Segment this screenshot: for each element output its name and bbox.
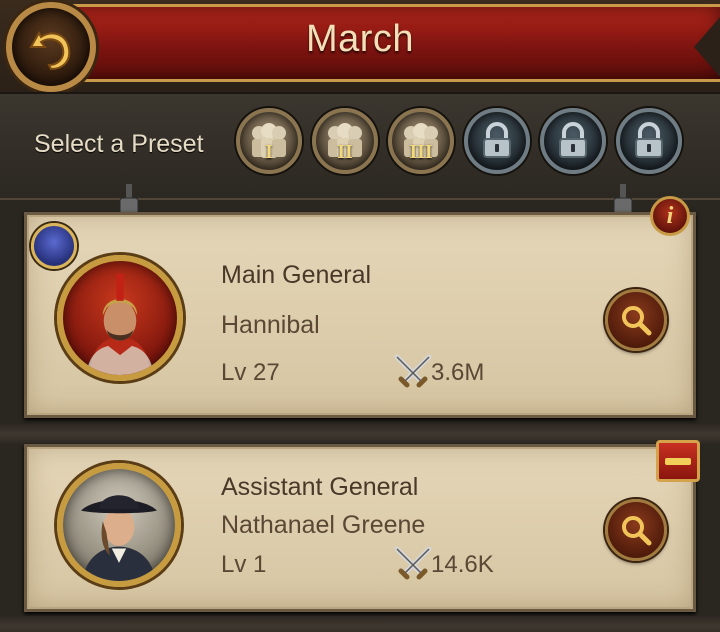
header-bar: March: [0, 0, 720, 92]
dragon-badge-icon: [31, 223, 77, 269]
magnifier-icon: [622, 306, 652, 336]
hannibal-portrait[interactable]: [57, 255, 183, 381]
preset-2-button[interactable]: II: [312, 108, 378, 174]
assistant-general-card: Assistant General Nathanael Greene Lv 1 …: [24, 444, 696, 612]
general-role: Main General: [221, 261, 372, 289]
back-button[interactable]: [6, 2, 96, 92]
lock-icon: [635, 122, 663, 158]
divider: [0, 424, 720, 444]
general-level: Lv 1: [221, 551, 267, 578]
lock-icon: [559, 122, 587, 158]
general-level: Lv 27: [221, 359, 280, 386]
info-button[interactable]: i: [650, 196, 690, 236]
preset-numeral: I: [265, 141, 273, 163]
general-portrait-icon: [81, 495, 157, 581]
minus-icon: [665, 457, 691, 465]
page-title: March: [305, 18, 415, 60]
general-power: 14.6K: [431, 551, 494, 578]
preset-5-locked-button[interactable]: [540, 108, 606, 174]
preset-numeral: III: [409, 141, 433, 163]
preset-numeral: II: [337, 141, 353, 163]
main-general-card: Main General Hannibal Lv 27 3.6M: [24, 212, 696, 418]
crossed-swords-icon: [394, 354, 432, 388]
crossed-swords-icon: [394, 546, 432, 580]
magnifier-icon: [622, 516, 652, 546]
general-role: Assistant General: [221, 473, 419, 501]
lock-icon: [483, 122, 511, 158]
preset-1-button[interactable]: I: [236, 108, 302, 174]
info-icon: i: [666, 202, 674, 229]
remove-assistant-button[interactable]: [656, 440, 700, 482]
divider: [0, 616, 720, 632]
preset-label: Select a Preset: [34, 130, 204, 158]
general-name: Nathanael Greene: [221, 511, 426, 539]
general-name: Hannibal: [221, 311, 320, 339]
nathanael-greene-portrait[interactable]: [57, 463, 181, 587]
preset-6-locked-button[interactable]: [616, 108, 682, 174]
preset-4-locked-button[interactable]: [464, 108, 530, 174]
preset-3-button[interactable]: III: [388, 108, 454, 174]
general-portrait-icon: [86, 273, 154, 375]
back-arrow-icon: [29, 30, 71, 71]
inspect-general-button[interactable]: [605, 499, 667, 561]
inspect-general-button[interactable]: [605, 289, 667, 351]
general-power: 3.6M: [431, 359, 485, 386]
